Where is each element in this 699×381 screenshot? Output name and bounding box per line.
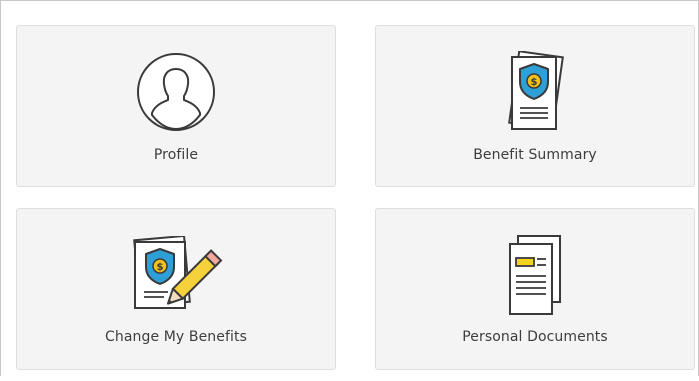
profile-tile[interactable]: Profile (16, 25, 336, 187)
profile-label: Profile (153, 147, 199, 163)
edit-benefits-pencil-icon: $ (132, 234, 224, 318)
personal-documents-label: Personal Documents (462, 329, 608, 345)
benefit-summary-document-icon: $ (504, 50, 566, 137)
personal-documents-icon (504, 234, 566, 322)
profile-avatar-icon (135, 51, 217, 137)
change-my-benefits-label: Change My Benefits (105, 329, 247, 345)
benefits-dashboard: Profile $ Benefit Summary $ Change My Be… (0, 0, 699, 376)
change-my-benefits-tile[interactable]: $ Change My Benefits (16, 208, 336, 370)
benefit-summary-tile[interactable]: $ Benefit Summary (375, 25, 695, 187)
svg-text:$: $ (157, 262, 164, 273)
benefit-summary-label: Benefit Summary (473, 147, 597, 163)
svg-text:$: $ (531, 77, 538, 88)
personal-documents-tile[interactable]: Personal Documents (375, 208, 695, 370)
